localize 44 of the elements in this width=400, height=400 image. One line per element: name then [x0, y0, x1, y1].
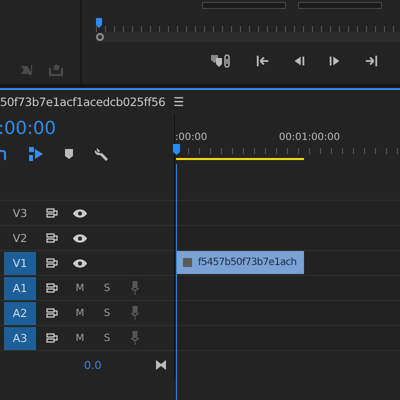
sync-lock-icon[interactable] [46, 308, 58, 318]
track-label[interactable]: A2 [4, 302, 36, 324]
track-label[interactable]: V1 [4, 252, 36, 274]
playhead-icon[interactable] [96, 18, 102, 28]
mute-toggle[interactable]: M [74, 282, 86, 294]
eye-icon[interactable] [73, 258, 87, 268]
solo-toggle[interactable]: S [101, 308, 113, 318]
eye-icon[interactable] [73, 208, 87, 218]
ruler-label: 00:01:00:00 [279, 132, 340, 143]
go-to-out-icon[interactable] [364, 54, 378, 68]
sync-lock-icon[interactable] [46, 208, 58, 218]
clip-name: f5457b50f73b7e1ach [198, 257, 296, 268]
playhead-icon[interactable] [173, 144, 180, 155]
panel-menu[interactable]: ☰ [173, 95, 184, 109]
solo-toggle[interactable]: S [101, 332, 113, 344]
mute-toggle[interactable]: M [74, 332, 86, 344]
track-label[interactable]: A1 [4, 276, 36, 300]
solo-toggle[interactable]: S [101, 282, 113, 294]
video-clip[interactable]: f5457b50f73b7e1ach [176, 251, 304, 274]
go-to-in-icon[interactable] [256, 54, 270, 68]
sync-lock-icon[interactable] [46, 283, 58, 293]
marker-icon[interactable] [210, 53, 232, 69]
scroll-bar[interactable] [96, 32, 400, 42]
timecode[interactable]: :00:00 [0, 114, 174, 144]
step-forward-icon[interactable] [328, 54, 342, 68]
zoom-fit-icon[interactable] [156, 360, 166, 370]
track-label[interactable]: V3 [4, 202, 36, 224]
sync-lock-icon[interactable] [46, 333, 58, 343]
scroll-handle[interactable] [96, 33, 104, 41]
wrench-icon[interactable] [94, 146, 110, 162]
sync-lock-icon[interactable] [46, 258, 58, 268]
eye-icon[interactable] [73, 234, 87, 242]
snap-icon[interactable] [0, 147, 8, 161]
volume-value[interactable]: 0.0 [84, 358, 102, 372]
ruler-label: :00:00 [175, 132, 208, 143]
sync-lock-icon[interactable] [46, 233, 58, 243]
fx-icon [183, 258, 192, 267]
sequence-tab[interactable]: 50f73b7e1acf1acedcb025ff56 [0, 95, 166, 109]
track-label[interactable]: V2 [4, 226, 36, 250]
linked-selection-icon[interactable] [28, 146, 44, 162]
step-back-icon[interactable] [292, 54, 306, 68]
track-label[interactable]: A3 [4, 326, 36, 350]
mute-toggle[interactable]: M [74, 308, 86, 318]
marker-icon[interactable] [64, 148, 74, 160]
